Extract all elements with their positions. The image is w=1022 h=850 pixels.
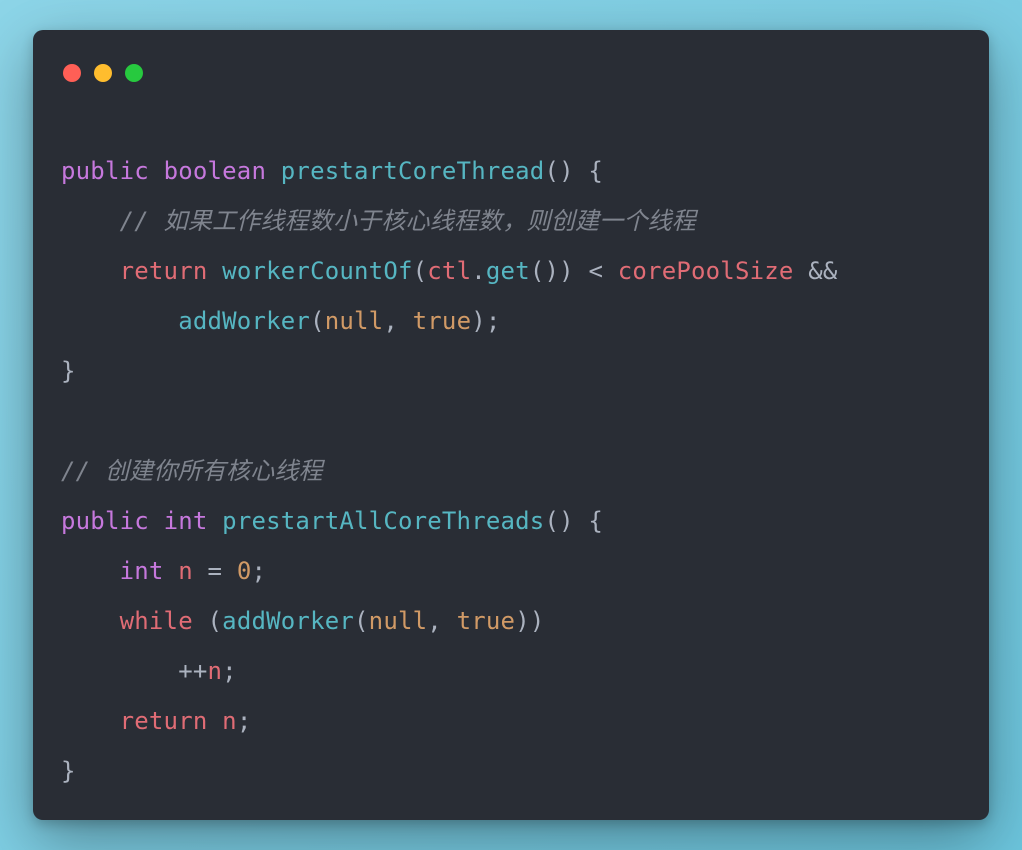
code-token: (: [193, 607, 222, 635]
code-token: return: [120, 257, 208, 285]
code-token: ;: [251, 557, 266, 585]
code-token: get: [486, 257, 530, 285]
code-token: [61, 257, 120, 285]
code-line: // 如果工作线程数小于核心线程数，则创建一个线程: [61, 196, 961, 246]
code-token: (: [310, 307, 325, 335]
code-token: [61, 557, 120, 585]
code-line: ++n;: [61, 646, 961, 696]
close-icon[interactable]: [63, 64, 81, 82]
code-token: int: [164, 507, 208, 535]
code-token: ()) <: [530, 257, 618, 285]
code-token: ,: [427, 607, 456, 635]
code-token: (: [413, 257, 428, 285]
code-token: (: [354, 607, 369, 635]
code-token: ;: [222, 657, 237, 685]
code-token: )): [515, 607, 544, 635]
code-token: [266, 157, 281, 185]
code-token: addWorker: [178, 307, 310, 335]
code-line: int n = 0;: [61, 546, 961, 596]
code-token: n: [178, 557, 193, 585]
code-token: // 创建你所有核心线程: [61, 457, 323, 485]
code-token: corePoolSize: [618, 257, 794, 285]
code-token: =: [193, 557, 237, 585]
code-line: addWorker(null, true);: [61, 296, 961, 346]
code-line: return n;: [61, 696, 961, 746]
code-token: () {: [544, 507, 603, 535]
code-token: // 如果工作线程数小于核心线程数，则创建一个线程: [120, 207, 696, 235]
code-line: while (addWorker(null, true)): [61, 596, 961, 646]
code-token: ++: [61, 657, 208, 685]
code-token: () {: [544, 157, 603, 185]
minimize-icon[interactable]: [94, 64, 112, 82]
zoom-icon[interactable]: [125, 64, 143, 82]
code-token: }: [61, 757, 76, 785]
code-token: while: [120, 607, 193, 635]
code-token: [164, 557, 179, 585]
code-token: [61, 207, 120, 235]
code-token: n: [222, 707, 237, 735]
code-token: prestartCoreThread: [281, 157, 545, 185]
code-token: .: [471, 257, 486, 285]
window-titlebar: [33, 30, 989, 86]
code-token: return: [120, 707, 208, 735]
code-token: [208, 707, 223, 735]
code-token: ctl: [427, 257, 471, 285]
code-token: [208, 257, 223, 285]
code-token: ;: [237, 707, 252, 735]
code-token: [61, 607, 120, 635]
code-token: [149, 507, 164, 535]
code-line: }: [61, 746, 961, 796]
code-line: return workerCountOf(ctl.get()) < corePo…: [61, 246, 961, 296]
code-token: n: [208, 657, 223, 685]
code-token: addWorker: [222, 607, 354, 635]
code-token: [61, 707, 120, 735]
code-token: [61, 307, 178, 335]
code-token: int: [120, 557, 164, 585]
code-line: [61, 396, 961, 446]
code-token: public: [61, 507, 149, 535]
code-token: [208, 507, 223, 535]
code-token: }: [61, 357, 76, 385]
code-window: public boolean prestartCoreThread() { //…: [33, 30, 989, 820]
code-token: null: [325, 307, 384, 335]
code-token: 0: [237, 557, 252, 585]
code-line: }: [61, 346, 961, 396]
code-token: ,: [383, 307, 412, 335]
code-token: workerCountOf: [222, 257, 412, 285]
code-token: prestartAllCoreThreads: [222, 507, 544, 535]
code-token: public: [61, 157, 149, 185]
code-token: &&: [794, 257, 838, 285]
code-token: boolean: [164, 157, 267, 185]
code-area: public boolean prestartCoreThread() { //…: [33, 86, 989, 796]
code-line: public int prestartAllCoreThreads() {: [61, 496, 961, 546]
code-token: null: [369, 607, 428, 635]
code-token: [149, 157, 164, 185]
code-token: true: [413, 307, 472, 335]
code-token: true: [457, 607, 516, 635]
code-line: public boolean prestartCoreThread() {: [61, 146, 961, 196]
code-token: );: [471, 307, 500, 335]
code-line: // 创建你所有核心线程: [61, 446, 961, 496]
